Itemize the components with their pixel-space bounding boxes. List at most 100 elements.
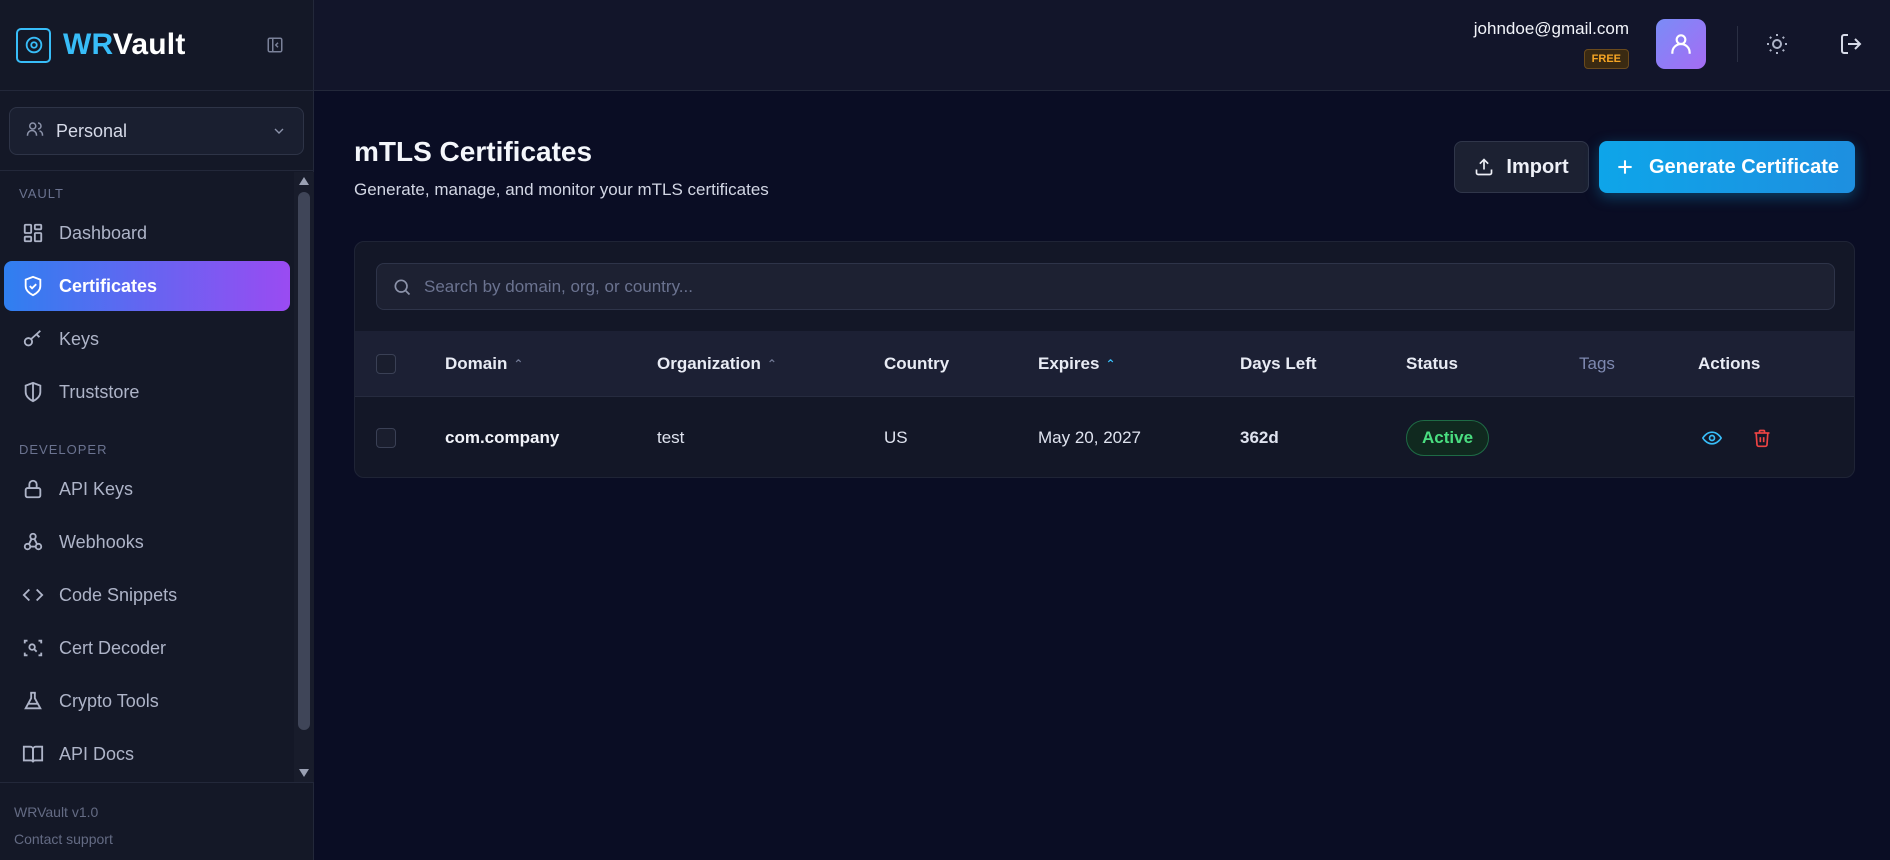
sidebar-item-label: Code Snippets bbox=[59, 584, 178, 605]
logout-button[interactable] bbox=[1836, 29, 1866, 59]
app-version: WRVault v1.0 bbox=[14, 804, 99, 820]
column-actions: Actions bbox=[1698, 331, 1760, 396]
column-label: Days Left bbox=[1240, 353, 1317, 373]
contact-support-link[interactable]: Contact support bbox=[14, 826, 300, 853]
column-domain[interactable]: Domain ⌃ bbox=[445, 331, 523, 396]
upload-icon bbox=[1476, 158, 1493, 176]
theme-toggle-button[interactable] bbox=[1762, 29, 1792, 59]
sidebar-item-dashboard[interactable]: Dashboard bbox=[4, 208, 290, 258]
select-all-checkbox[interactable] bbox=[376, 353, 396, 374]
sidebar-scrollbar[interactable] bbox=[294, 172, 314, 782]
cell-actions bbox=[1698, 397, 1798, 477]
section-title-developer: DEVELOPER bbox=[19, 442, 108, 457]
sidebar-item-api-keys[interactable]: API Keys bbox=[4, 464, 290, 514]
sidebar-item-api-docs[interactable]: API Docs bbox=[4, 729, 290, 779]
search-input[interactable] bbox=[424, 276, 1804, 297]
sidebar: WRVault Personal VAULT Dashboard Certifi… bbox=[0, 0, 314, 860]
scan-icon bbox=[20, 635, 46, 661]
dashboard-icon bbox=[20, 220, 46, 246]
workspace-select[interactable]: Personal bbox=[9, 107, 304, 155]
column-expires[interactable]: Expires ⌃ bbox=[1038, 331, 1116, 396]
sidebar-item-label: Certificates bbox=[59, 275, 158, 296]
flask-icon bbox=[20, 688, 46, 714]
sidebar-item-keys[interactable]: Keys bbox=[4, 314, 290, 364]
sidebar-nav: VAULT Dashboard Certificates Keys Trusts… bbox=[0, 172, 294, 782]
eye-icon bbox=[1702, 431, 1722, 445]
sidebar-item-label: Keys bbox=[59, 328, 100, 349]
scrollbar-thumb[interactable] bbox=[298, 192, 310, 730]
collapse-sidebar-icon[interactable] bbox=[264, 34, 286, 56]
key-icon bbox=[20, 326, 46, 352]
vault-logo-icon bbox=[16, 27, 51, 63]
header-divider bbox=[1737, 26, 1738, 62]
sidebar-item-truststore[interactable]: Truststore bbox=[4, 367, 290, 417]
sidebar-item-code-snippets[interactable]: Code Snippets bbox=[4, 570, 290, 620]
select-all-cell bbox=[376, 331, 396, 396]
sort-asc-icon: ⌃ bbox=[513, 356, 524, 371]
sidebar-item-label: Truststore bbox=[59, 381, 140, 402]
view-button[interactable] bbox=[1698, 424, 1726, 452]
shield-check-icon bbox=[20, 273, 46, 299]
search-box[interactable] bbox=[376, 263, 1835, 310]
brand-name[interactable]: WRVault bbox=[63, 28, 186, 62]
generate-certificate-button[interactable]: Generate Certificate bbox=[1599, 141, 1855, 193]
page-title: mTLS Certificates bbox=[354, 136, 593, 167]
certificates-panel: Domain ⌃ Organization ⌃ Country Expires ⌃ D… bbox=[354, 241, 1855, 478]
avatar[interactable] bbox=[1656, 19, 1706, 69]
user-icon bbox=[1671, 34, 1691, 54]
scroll-up-arrow-icon[interactable] bbox=[294, 172, 314, 190]
import-button[interactable]: Import bbox=[1454, 141, 1589, 193]
column-label: Organization bbox=[657, 353, 761, 373]
page-subtitle: Generate, manage, and monitor your mTLS … bbox=[354, 180, 769, 199]
code-icon bbox=[20, 582, 46, 608]
column-label: Expires bbox=[1038, 353, 1100, 373]
workspace-switcher-area: Personal bbox=[0, 91, 313, 171]
book-icon bbox=[20, 741, 46, 767]
sidebar-item-label: Webhooks bbox=[59, 531, 144, 552]
column-label: Domain bbox=[445, 353, 508, 373]
cell-status: Active bbox=[1406, 397, 1490, 477]
status-badge: Active bbox=[1406, 420, 1490, 456]
sort-asc-active-icon: ⌃ bbox=[1105, 356, 1116, 371]
column-label: Country bbox=[884, 353, 950, 373]
trash-icon bbox=[1754, 429, 1770, 448]
brand: WRVault bbox=[0, 0, 313, 91]
row-checkbox[interactable] bbox=[376, 428, 396, 448]
column-label: Actions bbox=[1698, 353, 1761, 373]
search-icon bbox=[394, 279, 411, 295]
column-organization[interactable]: Organization ⌃ bbox=[657, 331, 777, 396]
sidebar-item-label: Crypto Tools bbox=[59, 690, 159, 711]
top-header: johndoe@gmail.com FREE bbox=[314, 0, 1890, 91]
column-tags: Tags bbox=[1579, 331, 1615, 396]
cell-country: US bbox=[884, 428, 908, 447]
lock-icon bbox=[20, 476, 46, 502]
cell-expires: May 20, 2027 bbox=[1038, 428, 1142, 447]
sort-asc-icon: ⌃ bbox=[766, 356, 777, 371]
cell-days-left: 362d bbox=[1240, 428, 1279, 447]
sidebar-item-crypto-tools[interactable]: Crypto Tools bbox=[4, 676, 290, 726]
column-country[interactable]: Country bbox=[884, 331, 949, 396]
table-row[interactable]: com.company test US May 20, 2027 362d Ac… bbox=[355, 397, 1854, 477]
chevron-down-icon bbox=[271, 123, 287, 144]
sidebar-item-certificates[interactable]: Certificates bbox=[4, 261, 290, 311]
user-email: johndoe@gmail.com bbox=[1473, 19, 1629, 38]
sidebar-item-cert-decoder[interactable]: Cert Decoder bbox=[4, 623, 290, 673]
logout-icon bbox=[1841, 34, 1862, 54]
shield-icon bbox=[20, 379, 46, 405]
plan-badge: FREE bbox=[1583, 49, 1629, 69]
sidebar-item-label: Cert Decoder bbox=[59, 637, 167, 658]
sidebar-item-webhooks[interactable]: Webhooks bbox=[4, 517, 290, 567]
import-label: Import bbox=[1506, 155, 1569, 178]
table-header: Domain ⌃ Organization ⌃ Country Expires ⌃ D… bbox=[355, 331, 1854, 397]
sidebar-item-label: API Keys bbox=[59, 478, 134, 499]
column-days-left[interactable]: Days Left bbox=[1240, 331, 1317, 396]
cell-organization: test bbox=[657, 428, 685, 447]
users-icon bbox=[26, 120, 44, 143]
column-status[interactable]: Status bbox=[1406, 331, 1458, 396]
delete-button[interactable] bbox=[1748, 424, 1776, 452]
workspace-label: Personal bbox=[56, 120, 128, 141]
cell-domain[interactable]: com.company bbox=[445, 397, 559, 477]
sidebar-item-label: Dashboard bbox=[59, 222, 148, 243]
column-label: Status bbox=[1406, 353, 1458, 373]
scroll-down-arrow-icon[interactable] bbox=[294, 764, 314, 782]
